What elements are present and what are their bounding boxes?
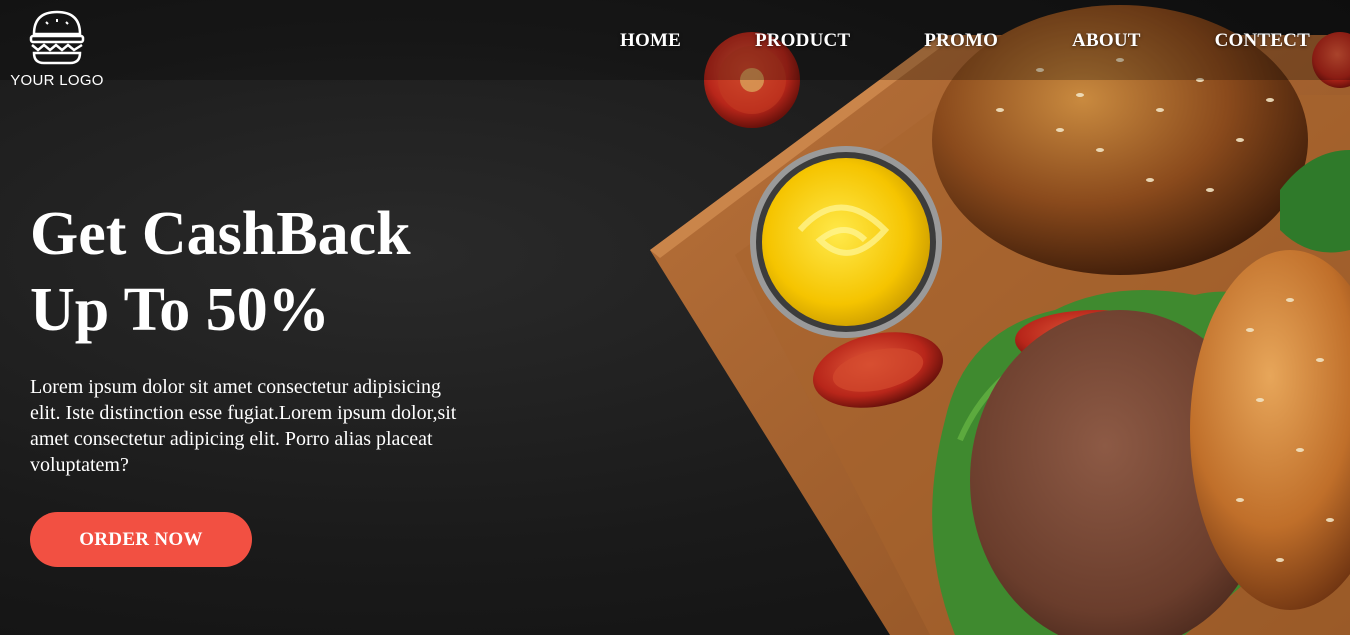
hero-title-line1: Get CashBack [30, 200, 411, 268]
nav-contact[interactable]: CONTECT [1215, 30, 1310, 52]
nav-product[interactable]: PRODUCT [755, 30, 850, 52]
nav-about[interactable]: ABOUT [1072, 30, 1141, 52]
hero-title: Get CashBack Up To 50% [30, 196, 480, 348]
nav-promo[interactable]: PROMO [924, 30, 998, 52]
main-nav: HOME PRODUCT PROMO ABOUT CONTECT [620, 30, 1310, 52]
site-logo[interactable]: YOUR LOGO [8, 8, 106, 94]
order-now-button[interactable]: ORDER NOW [30, 512, 252, 567]
hero-title-line2: Up To 50% [30, 276, 330, 344]
logo-text: YOUR LOGO [10, 72, 104, 89]
burger-icon [29, 10, 85, 65]
hero-section: Get CashBack Up To 50% Lorem ipsum dolor… [30, 196, 480, 478]
nav-home[interactable]: HOME [620, 30, 681, 52]
hero-description: Lorem ipsum dolor sit amet consectetur a… [30, 376, 457, 476]
